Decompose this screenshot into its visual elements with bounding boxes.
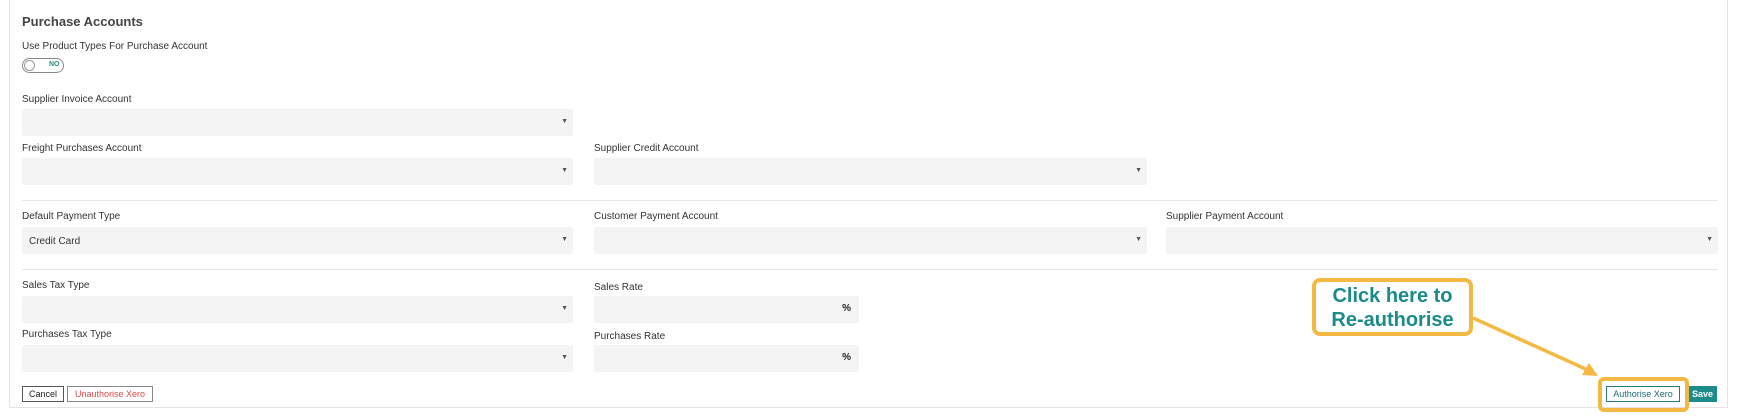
unauthorise-xero-button[interactable]: Unauthorise Xero bbox=[67, 386, 153, 402]
chevron-down-icon: ▼ bbox=[561, 167, 568, 174]
chevron-down-icon: ▼ bbox=[561, 354, 568, 361]
reauthorise-callout: Click here to Re-authorise bbox=[1312, 278, 1473, 336]
chevron-down-icon: ▼ bbox=[561, 236, 568, 243]
percent-unit: % bbox=[842, 303, 851, 314]
authorise-highlight-box bbox=[1598, 377, 1689, 412]
toggle-state-text: NO bbox=[49, 61, 60, 68]
section-divider bbox=[22, 200, 1718, 201]
default-payment-type-label: Default Payment Type bbox=[22, 211, 121, 222]
sales-rate-input[interactable]: % bbox=[594, 296, 859, 323]
default-payment-type-select[interactable]: Credit Card ▼ bbox=[22, 227, 573, 254]
freight-purchases-account-label: Freight Purchases Account bbox=[22, 143, 142, 154]
save-button[interactable]: Save bbox=[1688, 386, 1717, 402]
chevron-down-icon: ▼ bbox=[1135, 236, 1142, 243]
use-product-types-label: Use Product Types For Purchase Account bbox=[22, 41, 208, 52]
chevron-down-icon: ▼ bbox=[1706, 236, 1713, 243]
customer-payment-account-label: Customer Payment Account bbox=[594, 211, 718, 222]
purchases-tax-type-label: Purchases Tax Type bbox=[22, 329, 112, 340]
cancel-button[interactable]: Cancel bbox=[22, 386, 64, 402]
purchases-rate-label: Purchases Rate bbox=[594, 331, 666, 342]
supplier-invoice-account-label: Supplier Invoice Account bbox=[22, 94, 132, 105]
percent-unit: % bbox=[842, 352, 851, 363]
sales-tax-type-label: Sales Tax Type bbox=[22, 280, 90, 291]
use-product-types-toggle[interactable]: NO bbox=[22, 58, 64, 73]
chevron-down-icon: ▼ bbox=[561, 118, 568, 125]
callout-line-1: Click here to bbox=[1332, 285, 1453, 307]
chevron-down-icon: ▼ bbox=[561, 305, 568, 312]
callout-line-2: Re-authorise bbox=[1331, 309, 1454, 331]
select-value: Credit Card bbox=[29, 236, 81, 247]
freight-purchases-account-select[interactable]: ▼ bbox=[22, 158, 573, 185]
purchases-tax-type-select[interactable]: ▼ bbox=[22, 345, 573, 372]
supplier-invoice-account-select[interactable]: ▼ bbox=[22, 109, 573, 136]
section-title: Purchase Accounts bbox=[22, 14, 143, 29]
supplier-payment-account-label: Supplier Payment Account bbox=[1166, 211, 1284, 222]
purchases-rate-input[interactable]: % bbox=[594, 345, 859, 372]
supplier-credit-account-label: Supplier Credit Account bbox=[594, 143, 699, 154]
customer-payment-account-select[interactable]: ▼ bbox=[594, 227, 1147, 254]
chevron-down-icon: ▼ bbox=[1135, 167, 1142, 174]
toggle-knob bbox=[24, 60, 35, 71]
supplier-credit-account-select[interactable]: ▼ bbox=[594, 158, 1147, 185]
section-divider bbox=[22, 269, 1718, 270]
supplier-payment-account-select[interactable]: ▼ bbox=[1166, 227, 1718, 254]
sales-rate-label: Sales Rate bbox=[594, 282, 643, 293]
sales-tax-type-select[interactable]: ▼ bbox=[22, 296, 573, 323]
